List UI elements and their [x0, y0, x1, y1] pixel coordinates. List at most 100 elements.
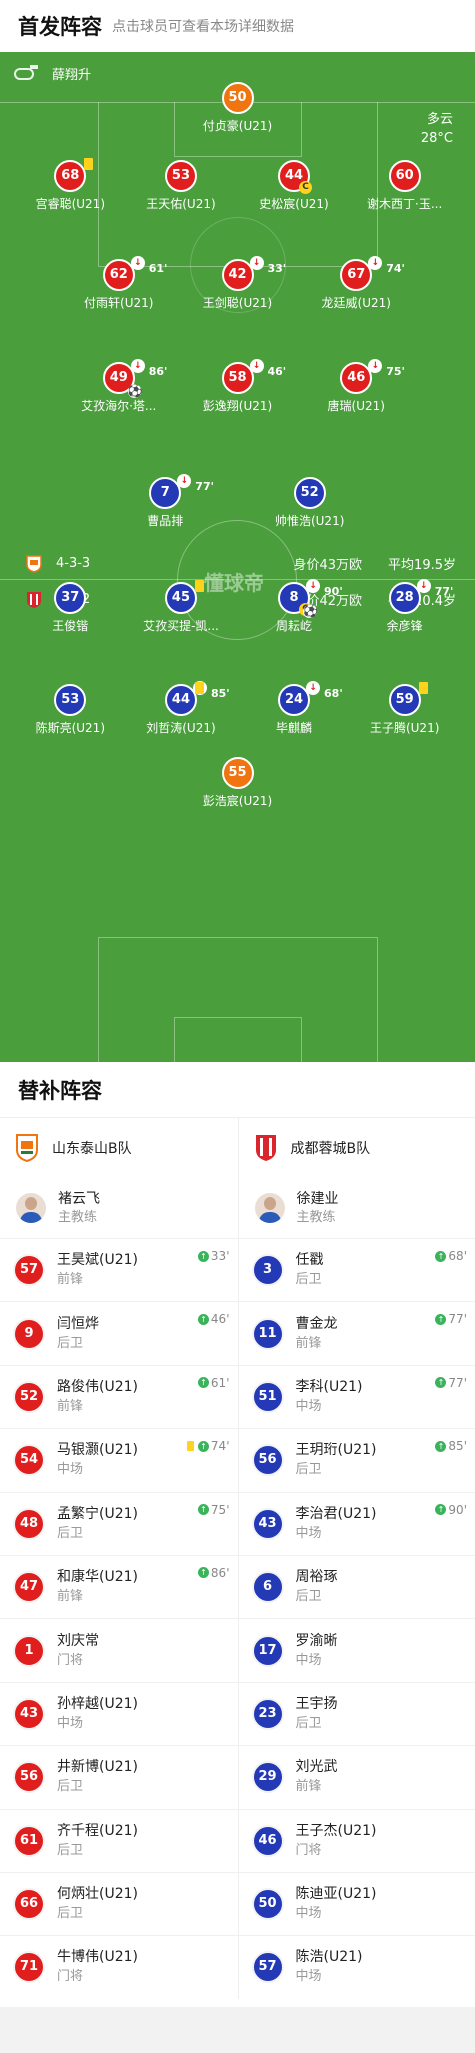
sub-in-icon: ↑: [197, 1313, 209, 1325]
away-coach[interactable]: 徐建业 主教练: [239, 1178, 475, 1238]
player-number: 50: [221, 82, 254, 114]
sub-player-position: 中场: [295, 1906, 322, 1922]
player-number-text: 59: [395, 692, 414, 707]
sub-player-name: 任戳: [295, 1252, 324, 1269]
whistle-icon: [14, 64, 38, 80]
sub-player-row[interactable]: 57 陈浩(U21) 中场: [238, 1935, 475, 1998]
player-marker[interactable]: 59 王子腾(U21): [350, 682, 460, 736]
goal-ball-icon: ⚽: [127, 384, 143, 398]
sub-player-row[interactable]: 52 路俊伟(U21) 前锋 ↑ 61': [0, 1364, 238, 1428]
sub-player-row[interactable]: 9 闫恒烨 后卫 ↑ 46': [0, 1301, 238, 1364]
sub-out-minute: 75': [386, 365, 405, 378]
player-marker[interactable]: 52 帅惟浩(U21): [255, 477, 365, 529]
sub-player-number: 66: [13, 1888, 45, 1921]
sub-player-row[interactable]: 43 孙梓越(U21) 中场: [0, 1681, 238, 1745]
player-marker[interactable]: 7 ↓ 77' 曹品排: [110, 474, 220, 529]
sub-player-name: 周裕琢: [295, 1569, 338, 1586]
player-marker[interactable]: 50 付贞豪(U21): [183, 82, 293, 134]
player-marker[interactable]: 53 王天佑(U21): [126, 160, 236, 212]
sub-player-row[interactable]: 46 王子杰(U21) 门将: [238, 1808, 475, 1872]
sub-player-info: 井新博(U21) 后卫: [57, 1758, 138, 1796]
player-marker[interactable]: 53 陈斯亮(U21): [15, 684, 125, 736]
player-name: 彭浩宸(U21): [202, 794, 273, 808]
sub-in-icon: ↑: [435, 1504, 447, 1516]
player-marker[interactable]: 37 王俊锴: [15, 582, 125, 634]
sub-player-row[interactable]: 56 王玥珩(U21) 后卫 ↑ 85': [238, 1428, 475, 1491]
player-number-text: 68: [61, 168, 80, 183]
sub-player-row[interactable]: 48 孟繁宁(U21) 后卫 ↑ 75': [0, 1491, 238, 1555]
player-marker[interactable]: 62 ↓ 61' 付雨轩(U21): [64, 256, 174, 311]
sub-in-icon: ↑: [197, 1567, 209, 1579]
sub-out-minute: 77': [195, 480, 214, 493]
sub-player-position: 后卫: [295, 1462, 322, 1478]
sub-player-row[interactable]: 43 李治君(U21) 中场 ↑ 90': [238, 1491, 475, 1555]
sub-player-row[interactable]: 51 李科(U21) 中场 ↑ 77': [238, 1364, 475, 1428]
sub-player-row[interactable]: 3 任戳 后卫 ↑ 68': [238, 1238, 475, 1301]
sub-player-row[interactable]: 23 王宇扬 后卫: [238, 1681, 475, 1745]
sub-player-number: 11: [251, 1317, 284, 1350]
sub-player-row[interactable]: 47 和康华(U21) 前锋 ↑ 86': [0, 1554, 238, 1618]
home-market-value: 身价43万欧: [293, 558, 363, 573]
sub-player-row[interactable]: 57 王昊斌(U21) 前锋 ↑ 33': [0, 1238, 238, 1301]
sub-player-name: 陈迪亚(U21): [295, 1886, 377, 1903]
player-marker[interactable]: 28 ↓ 77' 余彦锋: [350, 579, 460, 634]
sub-in-icon: ↑: [197, 1250, 209, 1262]
away-team-head[interactable]: 成都蓉城B队: [239, 1118, 475, 1178]
sub-player-number: 1: [13, 1634, 45, 1667]
player-marker[interactable]: 67 ↓ 74' 龙廷威(U21): [301, 256, 411, 311]
player-marker[interactable]: 68 宫睿聪(U21): [15, 158, 125, 212]
sub-player-row[interactable]: 61 齐千程(U21) 后卫: [0, 1808, 238, 1872]
sub-player-row[interactable]: 66 何炳壮(U21) 后卫: [0, 1871, 238, 1935]
player-name: 艾孜海尔·塔...: [81, 399, 157, 413]
sub-player-info: 李科(U21) 中场: [296, 1378, 363, 1416]
sub-in-minute: 61': [210, 1375, 230, 1390]
sub-player-row[interactable]: 54 马银灏(U21) 中场 ↑ 74': [0, 1428, 238, 1491]
home-coach[interactable]: 褚云飞 主教练: [0, 1178, 238, 1238]
sub-player-number: 51: [251, 1380, 284, 1413]
sub-player-info: 孙梓越(U21) 中场: [57, 1695, 138, 1733]
player-marker[interactable]: 44 C 史松宸(U21): [239, 160, 349, 212]
sub-out-minute: 86': [148, 365, 168, 378]
player-marker[interactable]: 8↓90'C⚽周耘屹: [239, 579, 349, 634]
sub-player-row[interactable]: 6 周裕琢 后卫: [238, 1554, 475, 1618]
substitute-teams: 山东泰山B队 褚云飞 主教练 57 王昊斌(U21) 前锋 ↑ 33' 9 闫恒烨 后卫 ↑ 46…: [0, 1117, 475, 1999]
sub-player-info: 周裕琢 后卫: [296, 1568, 338, 1606]
sub-player-number: 23: [251, 1697, 284, 1730]
player-number: 67 ↓ 74': [340, 256, 405, 291]
player-name: 毕麒麟: [276, 721, 313, 735]
player-marker[interactable]: 49 ↓ 86' ⚽ 艾孜海尔·塔...: [64, 359, 174, 414]
player-marker[interactable]: 60 谢木西丁·玉...: [350, 160, 460, 212]
player-number-text: 49: [109, 370, 128, 385]
player-number: 60: [388, 160, 421, 192]
sub-player-row[interactable]: 71 牛博伟(U21) 门将: [0, 1935, 238, 1998]
sub-player-number: 17: [251, 1634, 284, 1667]
sub-player-row[interactable]: 17 罗渝晰 中场: [238, 1618, 475, 1681]
sub-player-position: 前锋: [295, 1335, 322, 1351]
player-marker[interactable]: 44↓85' 刘哲涛(U21): [126, 681, 236, 736]
sub-player-position: 前锋: [57, 1398, 84, 1414]
sub-player-row[interactable]: 29 刘光武 前锋: [238, 1745, 475, 1808]
sub-player-info: 孟繁宁(U21) 后卫: [57, 1505, 138, 1543]
player-marker[interactable]: 55 彭浩宸(U21): [183, 757, 293, 809]
substitutes-header: 替补阵容: [0, 1062, 475, 1117]
player-marker[interactable]: 58 ↓ 46' 彭逸翔(U21): [183, 359, 293, 414]
sub-player-name: 路俊伟(U21): [57, 1378, 138, 1395]
player-number: 68: [54, 158, 94, 192]
player-number: 28 ↓ 77': [388, 579, 453, 614]
sub-player-row[interactable]: 56 井新博(U21) 后卫: [0, 1745, 238, 1808]
player-name: 王俊锴: [52, 619, 89, 633]
player-marker[interactable]: 46 ↓ 75' 唐瑞(U21): [301, 359, 411, 414]
sub-out-minute: 68': [324, 687, 343, 700]
sub-player-row[interactable]: 11 曹金龙 前锋 ↑ 77': [238, 1301, 475, 1364]
sub-player-row[interactable]: 50 陈迪亚(U21) 中场: [238, 1871, 475, 1935]
player-marker[interactable]: 24 ↓ 68' 毕麒麟: [239, 681, 349, 736]
player-marker[interactable]: 45 艾孜买提-凯...: [126, 580, 236, 634]
player-marker[interactable]: 42 ↓ 33' 王剑聪(U21): [183, 256, 293, 311]
sub-in-minute: 46': [210, 1312, 230, 1327]
player-name: 史松宸(U21): [259, 197, 329, 211]
home-team-head[interactable]: 山东泰山B队: [0, 1118, 238, 1178]
player-number: 55: [221, 757, 254, 789]
player-number: 44↓85': [164, 681, 230, 716]
sub-out-minute: 46': [267, 365, 287, 378]
sub-player-row[interactable]: 1 刘庆常 门将: [0, 1618, 238, 1681]
